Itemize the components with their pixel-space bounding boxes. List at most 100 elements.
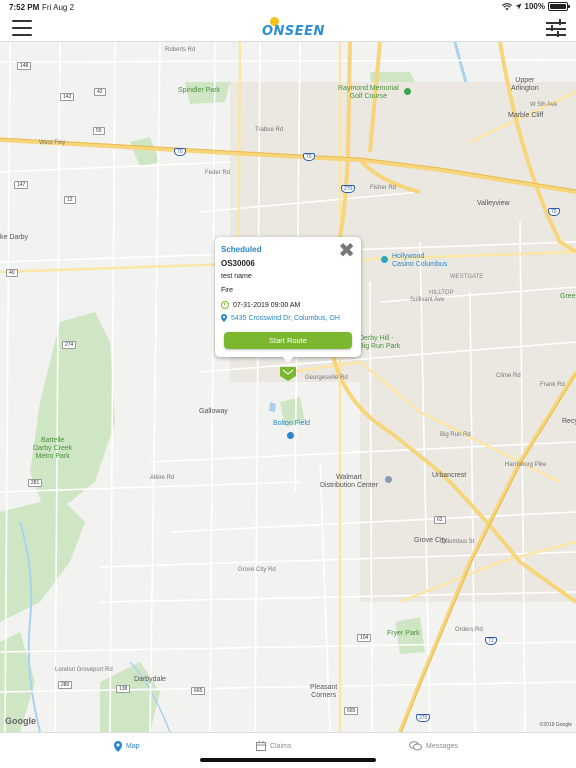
- tab-messages-label: Messages: [426, 742, 458, 750]
- map-label-spindler-park: Spindler Park: [178, 87, 221, 94]
- airport-poi-icon[interactable]: [287, 432, 294, 439]
- onseen-logo: ONSEEN: [262, 17, 324, 39]
- map-label-marble-cliff: Marble Cliff: [508, 112, 544, 119]
- shield-sr281: 281: [28, 479, 43, 487]
- chat-bubbles-icon: [409, 741, 422, 751]
- map-label-hollywood-casino: Hollywood Casino Columbus: [392, 253, 448, 269]
- map-view[interactable]: Spindler Park Raymond Memorial Golf Cour…: [0, 42, 576, 732]
- map-label-green: Green: [560, 293, 576, 300]
- close-icon[interactable]: ✖: [338, 240, 355, 260]
- google-logo: Google: [5, 716, 36, 726]
- road-label-georgesville-rd: Georgesville Rd: [305, 375, 348, 381]
- road-label-clime-rd: Clime Rd: [496, 373, 521, 379]
- map-copyright: ©2019 Google: [539, 722, 572, 728]
- claim-status: Scheduled: [221, 245, 262, 254]
- calendar-icon: [256, 741, 266, 751]
- shield-sr665: 665: [191, 687, 206, 695]
- map-label-battelle-darby: Battelle Darby Creek Metro Park: [33, 437, 73, 461]
- road-label-big-run-rd: Big Run Rd: [440, 432, 471, 438]
- claim-location-marker[interactable]: [279, 366, 297, 382]
- shield-sr147: 147: [14, 181, 29, 189]
- location-arrow-icon: [515, 3, 522, 10]
- slider-line: [546, 28, 566, 30]
- casino-poi-icon[interactable]: [381, 256, 388, 263]
- road-label-harrisburg-pike: Harrisburg Pike: [505, 462, 547, 468]
- road-label-roberts-rd: Roberts Rd: [165, 47, 196, 53]
- shopping-poi-icon[interactable]: [385, 476, 392, 483]
- shield-i70: 70: [303, 153, 315, 161]
- map-label-hilltop: HILLTOP: [429, 290, 454, 296]
- callout-tail: [281, 355, 295, 363]
- battery-fill: [550, 4, 566, 9]
- shield-sr42: 42: [94, 88, 106, 96]
- shield-sr104: 104: [357, 634, 372, 642]
- shield-i270: 270: [416, 714, 431, 722]
- map-label-galloway: Galloway: [199, 408, 228, 415]
- shield-sr665b: 665: [344, 707, 359, 715]
- shield-sr142: 142: [60, 93, 75, 101]
- claim-datetime: 07-31-2019 09:00 AM: [233, 301, 301, 309]
- status-time: 7:52 PM: [9, 3, 40, 12]
- map-pin-icon: [114, 741, 122, 752]
- road-label-columbus-st: Columbus St: [440, 539, 475, 545]
- claim-loss-type: Fire: [221, 287, 234, 294]
- tab-map[interactable]: Map: [114, 741, 140, 752]
- map-label-west-fwy: West Fwy: [39, 140, 66, 146]
- slider-knob: [557, 31, 559, 37]
- tab-map-label: Map: [126, 743, 140, 750]
- map-label-pleasant-corners: Pleasant Corners: [310, 684, 338, 700]
- road-label-alkire-rd: Alkire Rd: [150, 475, 175, 481]
- road-label-feder-rd: Feder Rd: [205, 170, 231, 176]
- status-right: 100%: [501, 2, 570, 11]
- wifi-icon: [501, 2, 512, 10]
- tab-messages[interactable]: Messages: [409, 741, 458, 751]
- road-label-frank-rd: Frank Rd: [540, 382, 565, 388]
- map-label-derby-hill: Derby Hill - Big Run Park: [359, 335, 401, 351]
- claim-callout: ✖ Scheduled OS30006 test name Fire 07-31…: [215, 237, 361, 357]
- map-label-walmart: Walmart Distribution Center: [320, 474, 378, 490]
- map-label-westgate: WESTGATE: [450, 274, 484, 280]
- claim-address-row[interactable]: 5435 Crosswind Dr, Columbus, OH: [221, 314, 340, 322]
- map-label-upper-arlington: Upper Arlington: [511, 77, 539, 93]
- road-label-orders-rd: Orders Rd: [455, 627, 483, 633]
- map-label-darbydale: Darbydale: [134, 676, 166, 683]
- shield-us40: 40: [6, 269, 18, 277]
- tab-bar: Map Claims Messages: [0, 732, 576, 768]
- claim-id: OS30006: [221, 259, 255, 268]
- road-label-w5th-ave: W 5th Ave: [530, 102, 558, 108]
- slider-line: [546, 22, 566, 24]
- hamburger-icon: [12, 20, 32, 22]
- shield-i71: 71: [485, 637, 497, 645]
- home-indicator: [200, 758, 376, 762]
- hamburger-line: [12, 34, 32, 36]
- hamburger-line: [12, 27, 32, 29]
- slider-knob: [559, 19, 561, 25]
- map-canvas: [0, 42, 576, 732]
- shield-sr12: 12: [64, 196, 76, 204]
- shield-i270: 270: [341, 185, 356, 193]
- map-label-recy: Recy: [562, 418, 576, 425]
- filter-settings-button[interactable]: [546, 19, 566, 37]
- claim-insured-name: test name: [221, 273, 252, 280]
- road-label-sullivant-ave: Sullivant Ave: [410, 297, 445, 303]
- map-label-bolton-field: Bolton Field: [273, 420, 310, 427]
- shield-sr138: 138: [116, 685, 131, 693]
- map-label-urbancrest: Urbancrest: [432, 472, 467, 479]
- slider-knob: [551, 25, 553, 31]
- tab-claims[interactable]: Claims: [256, 741, 291, 751]
- map-label-lake-darby: ke Darby: [0, 234, 29, 241]
- battery-percent: 100%: [524, 2, 545, 11]
- battery-icon: [548, 2, 570, 11]
- claim-address[interactable]: 5435 Crosswind Dr, Columbus, OH: [231, 315, 340, 322]
- hamburger-menu-button[interactable]: [12, 20, 32, 36]
- location-pin-icon: [221, 314, 227, 322]
- golf-poi-icon[interactable]: [404, 88, 411, 95]
- start-route-button[interactable]: Start Route: [224, 332, 352, 349]
- tab-claims-label: Claims: [270, 742, 292, 750]
- shield-i70: 70: [174, 148, 186, 156]
- status-bar: 7:52 PM Fri Aug 2 100%: [0, 0, 576, 14]
- road-label-fisher-rd: Fisher Rd: [370, 185, 397, 191]
- shield-us62: 62: [434, 516, 446, 524]
- slider-line: [546, 34, 566, 36]
- shield-i70: 70: [548, 208, 560, 216]
